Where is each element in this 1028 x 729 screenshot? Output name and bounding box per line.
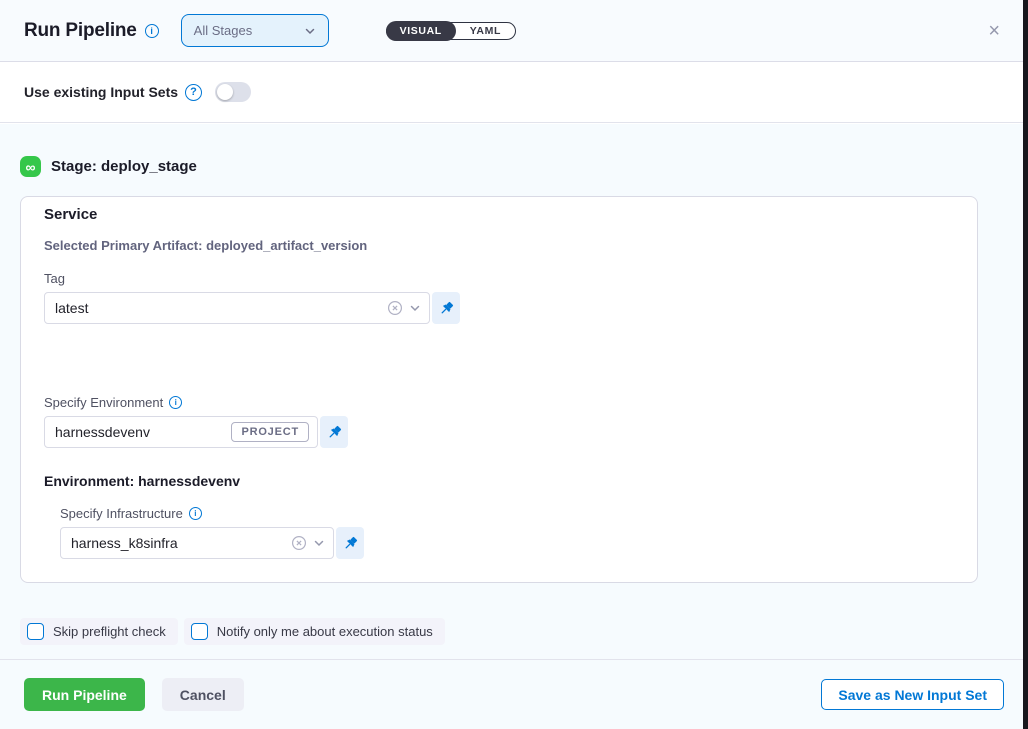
clear-icon[interactable] xyxy=(291,535,307,551)
close-icon[interactable]: × xyxy=(988,21,1004,41)
cd-stage-icon: ∞ xyxy=(20,156,41,177)
environment-header: Environment: harnessdevenv xyxy=(44,473,240,489)
project-scope-badge: PROJECT xyxy=(231,422,309,442)
chevron-down-icon[interactable] xyxy=(409,302,421,314)
skip-preflight-checkbox[interactable] xyxy=(27,623,44,640)
input-sets-label: Use existing Input Sets xyxy=(24,84,178,100)
skip-preflight-label: Skip preflight check xyxy=(53,624,166,639)
chevron-down-icon xyxy=(304,25,316,37)
save-as-new-input-set-button[interactable]: Save as New Input Set xyxy=(821,679,1004,710)
service-card: Service Selected Primary Artifact: deplo… xyxy=(20,196,978,583)
env-label-row: Specify Environment i xyxy=(44,395,182,410)
run-pipeline-modal: Run Pipeline i All Stages VISUAL YAML × … xyxy=(0,0,1028,729)
infra-info-icon[interactable]: i xyxy=(189,507,202,520)
tag-input[interactable] xyxy=(45,300,381,316)
pipeline-inputs-body: ∞ Stage: deploy_stage Service Selected P… xyxy=(0,124,1028,659)
run-pipeline-button[interactable]: Run Pipeline xyxy=(24,678,145,711)
page-background-edge xyxy=(1023,0,1028,729)
env-input-row: PROJECT xyxy=(44,416,348,448)
infra-input-row xyxy=(60,527,364,559)
service-section-title: Service xyxy=(44,206,97,223)
env-info-icon[interactable]: i xyxy=(169,396,182,409)
tag-input-shell xyxy=(44,292,430,324)
notify-only-me-label: Notify only me about execution status xyxy=(217,624,433,639)
execution-options-row: Skip preflight check Notify only me abou… xyxy=(20,618,445,645)
pin-button[interactable] xyxy=(336,527,364,559)
stage-selector-dropdown[interactable]: All Stages xyxy=(181,14,329,47)
pin-button[interactable] xyxy=(432,292,460,324)
clear-icon[interactable] xyxy=(387,300,403,316)
chevron-down-icon[interactable] xyxy=(313,537,325,549)
help-icon[interactable]: ? xyxy=(185,84,202,101)
visual-yaml-toggle: VISUAL YAML xyxy=(386,22,516,40)
modal-header: Run Pipeline i All Stages VISUAL YAML × xyxy=(0,0,1028,62)
tag-input-row xyxy=(44,292,460,324)
tab-visual[interactable]: VISUAL xyxy=(386,21,456,41)
cancel-button[interactable]: Cancel xyxy=(162,678,244,711)
infrastructure-input[interactable] xyxy=(61,535,285,551)
input-sets-toggle[interactable] xyxy=(215,82,251,102)
env-label: Specify Environment xyxy=(44,395,163,410)
infra-input-shell xyxy=(60,527,334,559)
env-input-shell: PROJECT xyxy=(44,416,318,448)
stage-selector-value: All Stages xyxy=(194,23,253,38)
selected-artifact-text: Selected Primary Artifact: deployed_arti… xyxy=(44,238,367,253)
infra-label: Specify Infrastructure xyxy=(60,506,183,521)
skip-preflight-option[interactable]: Skip preflight check xyxy=(20,618,178,645)
environment-input[interactable] xyxy=(45,424,231,440)
notify-only-me-option[interactable]: Notify only me about execution status xyxy=(184,618,445,645)
page-title: Run Pipeline xyxy=(24,20,137,42)
toggle-knob xyxy=(217,84,233,100)
stage-title: Stage: deploy_stage xyxy=(51,158,197,175)
pin-button[interactable] xyxy=(320,416,348,448)
tab-yaml[interactable]: YAML xyxy=(456,25,515,37)
pipeline-info-icon[interactable]: i xyxy=(145,24,159,38)
input-sets-row: Use existing Input Sets ? xyxy=(0,62,1028,123)
tag-label: Tag xyxy=(44,271,65,286)
modal-footer: Run Pipeline Cancel Save as New Input Se… xyxy=(0,659,1028,729)
stage-row: ∞ Stage: deploy_stage xyxy=(20,156,197,177)
infra-label-row: Specify Infrastructure i xyxy=(60,506,202,521)
notify-only-me-checkbox[interactable] xyxy=(191,623,208,640)
